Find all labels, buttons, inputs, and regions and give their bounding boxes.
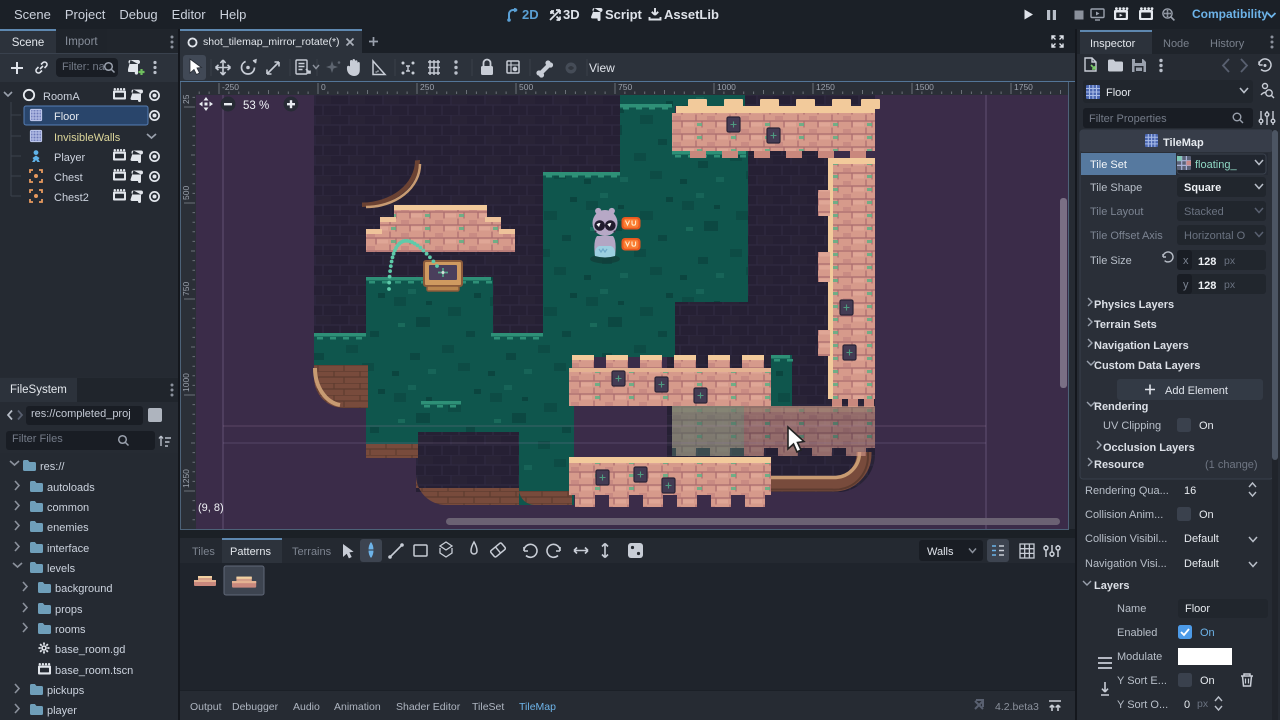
svg-text:Debugger: Debugger xyxy=(232,701,279,713)
svg-text:750: 750 xyxy=(181,282,191,296)
svg-text:Animation: Animation xyxy=(334,701,381,713)
svg-text:On: On xyxy=(1200,675,1215,687)
svg-text:player: player xyxy=(47,705,77,717)
svg-text:Add Element: Add Element xyxy=(1165,385,1228,397)
svg-text:RoomA: RoomA xyxy=(43,91,80,103)
svg-text:px: px xyxy=(1224,279,1236,291)
svg-text:Horizontal O: Horizontal O xyxy=(1184,230,1246,242)
svg-text:autoloads: autoloads xyxy=(47,482,95,494)
svg-text:common: common xyxy=(47,502,89,514)
svg-text:1250: 1250 xyxy=(181,469,191,488)
svg-text:On: On xyxy=(1199,509,1214,521)
svg-text:TileMap: TileMap xyxy=(1163,137,1204,149)
svg-text:levels: levels xyxy=(47,563,76,575)
svg-text:(9, 8): (9, 8) xyxy=(198,502,224,514)
svg-text:Terrain Sets: Terrain Sets xyxy=(1094,319,1157,331)
svg-text:500: 500 xyxy=(519,82,533,92)
svg-text:Default: Default xyxy=(1184,558,1219,570)
svg-text:Tiles: Tiles xyxy=(192,546,215,558)
svg-text:Inspector: Inspector xyxy=(1090,38,1136,50)
svg-text:px: px xyxy=(1197,698,1209,710)
svg-text:UV Clipping: UV Clipping xyxy=(1103,420,1161,432)
svg-text:250: 250 xyxy=(420,82,434,92)
svg-text:Floor: Floor xyxy=(54,111,79,123)
svg-text:pickups: pickups xyxy=(47,685,85,697)
svg-text:enemies: enemies xyxy=(47,522,89,534)
svg-text:base_room.tscn: base_room.tscn xyxy=(55,665,133,677)
svg-text:History: History xyxy=(1210,38,1245,50)
svg-text:res://: res:// xyxy=(40,461,65,473)
svg-text:128: 128 xyxy=(1198,280,1216,292)
svg-text:InvisibleWalls: InvisibleWalls xyxy=(54,132,121,144)
svg-text:interface: interface xyxy=(47,543,89,555)
svg-text:Navigation Visi...: Navigation Visi... xyxy=(1085,558,1167,570)
svg-text:Modulate: Modulate xyxy=(1117,651,1162,663)
svg-text:Output: Output xyxy=(190,701,222,713)
svg-text:Collision Anim...: Collision Anim... xyxy=(1085,509,1163,521)
svg-text:y: y xyxy=(1183,279,1189,291)
svg-text:Tile Layout: Tile Layout xyxy=(1090,206,1143,218)
svg-text:Collision Visibil...: Collision Visibil... xyxy=(1085,533,1167,545)
svg-text:Stacked: Stacked xyxy=(1184,206,1224,218)
svg-text:0: 0 xyxy=(321,82,326,92)
svg-text:On: On xyxy=(1199,420,1214,432)
svg-text:TileSet: TileSet xyxy=(472,701,504,713)
svg-text:background: background xyxy=(55,583,113,595)
svg-text:Name: Name xyxy=(1117,603,1146,615)
svg-text:Layers: Layers xyxy=(1094,580,1129,592)
svg-text:53 %: 53 % xyxy=(243,100,269,112)
svg-text:Resource: Resource xyxy=(1094,459,1144,471)
svg-text:Player: Player xyxy=(54,152,86,164)
svg-text:props: props xyxy=(55,604,83,616)
svg-text:Floor: Floor xyxy=(1106,87,1131,99)
svg-text:Chest2: Chest2 xyxy=(54,192,89,204)
svg-text:1000: 1000 xyxy=(717,82,736,92)
svg-text:Walls: Walls xyxy=(927,546,954,558)
svg-text:Default: Default xyxy=(1184,533,1219,545)
svg-text:Shader Editor: Shader Editor xyxy=(396,701,461,713)
svg-text:Chest: Chest xyxy=(54,172,83,184)
svg-text:1750: 1750 xyxy=(1014,82,1033,92)
svg-text:Square: Square xyxy=(1184,182,1221,194)
svg-text:Rendering: Rendering xyxy=(1094,401,1148,413)
svg-text:Node: Node xyxy=(1163,38,1189,50)
svg-text:Enabled: Enabled xyxy=(1117,627,1157,639)
svg-text:Custom Data Layers: Custom Data Layers xyxy=(1094,360,1200,372)
svg-text:px: px xyxy=(1224,255,1236,267)
svg-text:Navigation Layers: Navigation Layers xyxy=(1094,340,1189,352)
svg-text:500: 500 xyxy=(181,186,191,200)
svg-text:base_room.gd: base_room.gd xyxy=(55,644,125,656)
svg-text:Tile Offset Axis: Tile Offset Axis xyxy=(1090,230,1163,242)
svg-text:Occlusion Layers: Occlusion Layers xyxy=(1103,442,1195,454)
svg-text:Terrains: Terrains xyxy=(292,546,332,558)
svg-text:TileMap: TileMap xyxy=(519,701,556,713)
svg-text:Filter Properties: Filter Properties xyxy=(1089,113,1167,125)
svg-text:128: 128 xyxy=(1198,256,1216,268)
svg-text:1250: 1250 xyxy=(816,82,835,92)
svg-text:0: 0 xyxy=(1184,699,1190,711)
svg-text:Tile Set: Tile Set xyxy=(1090,159,1127,171)
svg-text:250: 250 xyxy=(181,95,191,104)
svg-text:16: 16 xyxy=(1184,485,1196,497)
svg-text:Tile Shape: Tile Shape xyxy=(1090,182,1142,194)
svg-text:x: x xyxy=(1183,255,1189,267)
svg-text:Y Sort E...: Y Sort E... xyxy=(1117,675,1167,687)
svg-text:Floor: Floor xyxy=(1185,603,1210,615)
svg-text:-250: -250 xyxy=(222,82,239,92)
svg-text:rooms: rooms xyxy=(55,624,86,636)
svg-text:On: On xyxy=(1200,627,1215,639)
svg-text:(1 change): (1 change) xyxy=(1205,459,1258,471)
svg-text:750: 750 xyxy=(618,82,632,92)
svg-text:View: View xyxy=(589,61,615,75)
svg-text:Patterns: Patterns xyxy=(230,546,271,558)
svg-text:Tile Size: Tile Size xyxy=(1090,255,1132,267)
svg-text:floating_: floating_ xyxy=(1195,159,1237,171)
svg-text:1500: 1500 xyxy=(915,82,934,92)
svg-text:Y Sort O...: Y Sort O... xyxy=(1117,699,1168,711)
svg-text:Physics Layers: Physics Layers xyxy=(1094,299,1174,311)
svg-text:1000: 1000 xyxy=(181,373,191,392)
svg-text:Rendering Qua...: Rendering Qua... xyxy=(1085,485,1169,497)
svg-text:Audio: Audio xyxy=(293,701,320,713)
svg-text:4.2.beta3: 4.2.beta3 xyxy=(995,701,1039,713)
